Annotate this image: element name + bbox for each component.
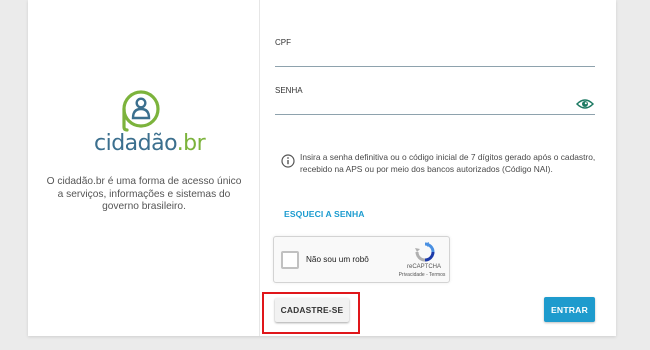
logo-name: cidadão xyxy=(94,131,177,156)
recaptcha-label: Não sou um robô xyxy=(306,255,369,264)
cpf-label: CPF xyxy=(275,38,291,47)
senha-underline xyxy=(275,114,595,115)
forgot-password-link[interactable]: ESQUECI A SENHA xyxy=(284,209,365,219)
recaptcha-icon xyxy=(415,242,435,262)
tagline: O cidadão.br é uma forma de acesso único… xyxy=(46,176,242,212)
info-text: Insira a senha definitiva ou o código in… xyxy=(300,152,596,174)
recaptcha-brand: reCAPTCHA xyxy=(406,264,441,270)
person-icon xyxy=(122,90,160,132)
recaptcha-links[interactable]: Privacidade - Termos xyxy=(392,272,452,278)
senha-label: SENHA xyxy=(275,86,303,95)
cidadao-logo: cidadão.br xyxy=(94,85,214,160)
recaptcha-widget: Não sou um robô reCAPTCHA Privacidade - … xyxy=(273,236,450,283)
senha-input[interactable] xyxy=(275,96,570,114)
info-icon xyxy=(281,154,295,168)
cpf-input[interactable] xyxy=(275,48,595,66)
logo-suffix: .br xyxy=(176,131,206,156)
brand-panel: cidadão.br O cidadão.br é uma forma de a… xyxy=(28,0,260,336)
cadastre-se-button[interactable]: CADASTRE-SE xyxy=(275,298,349,322)
entrar-button[interactable]: ENTRAR xyxy=(544,297,595,322)
cpf-underline xyxy=(275,66,595,67)
logo-wordmark: cidadão.br xyxy=(94,131,214,156)
eye-icon[interactable] xyxy=(576,97,594,111)
recaptcha-checkbox[interactable] xyxy=(281,251,299,269)
